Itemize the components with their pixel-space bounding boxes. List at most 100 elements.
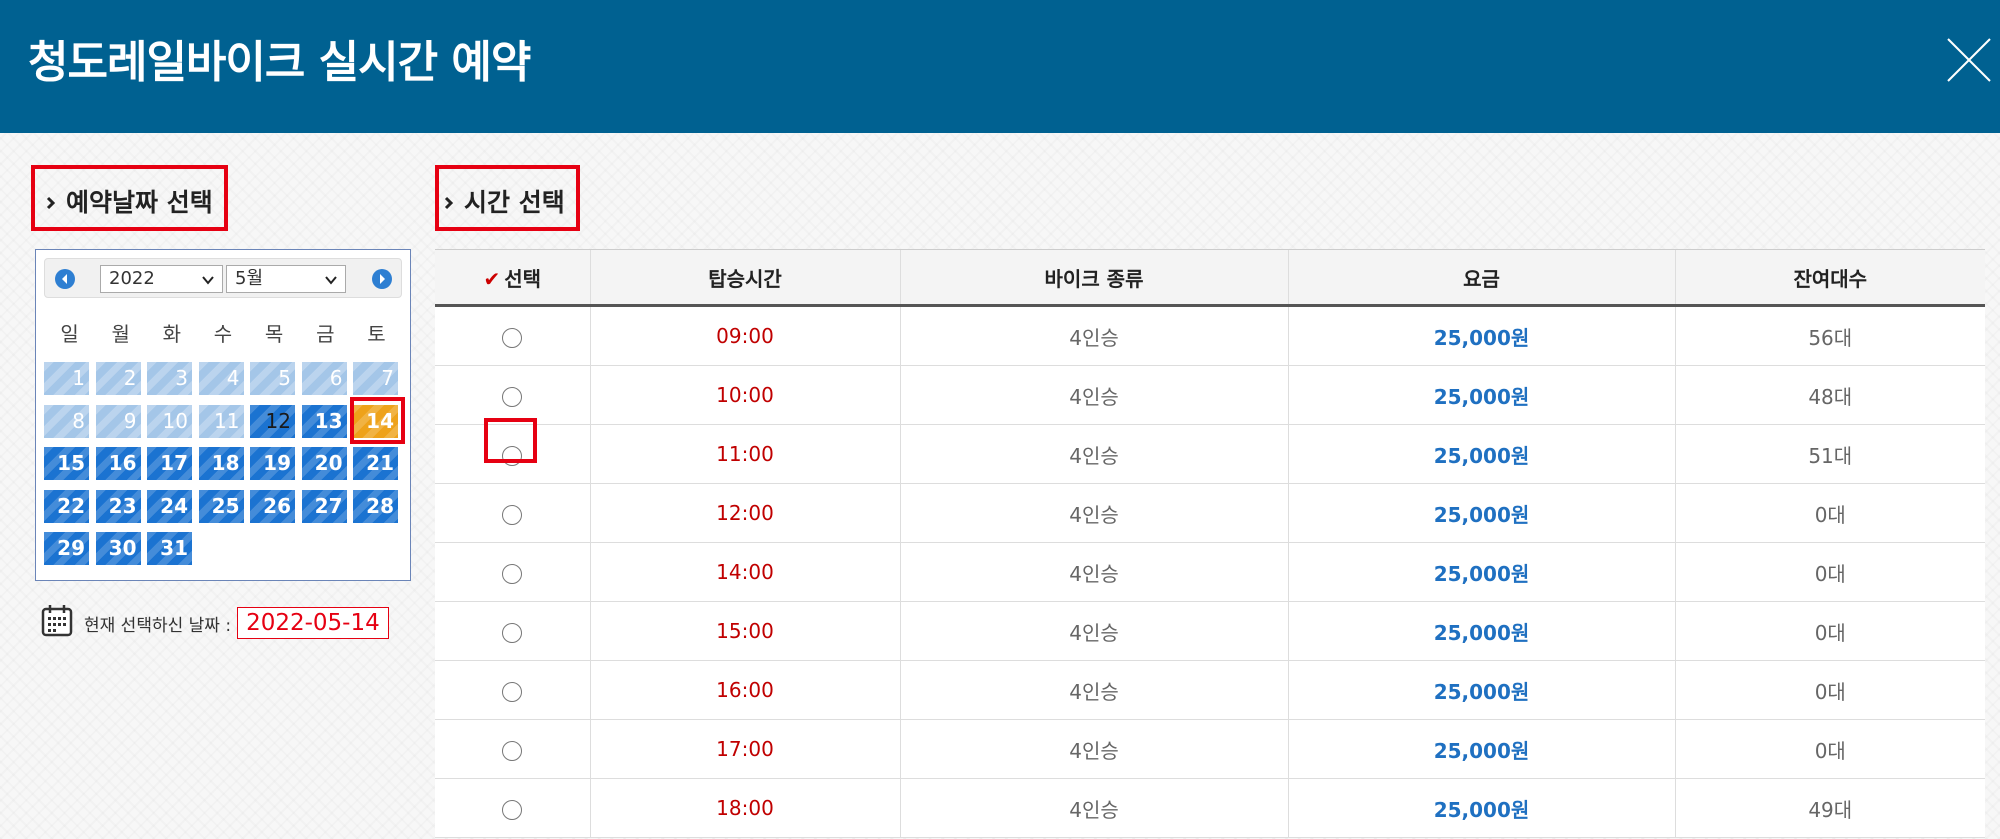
time-radio-button[interactable] (502, 622, 523, 643)
bike-kind-cell: 4인승 (899, 365, 1288, 425)
time-radio-button[interactable] (502, 740, 523, 761)
calendar-day[interactable]: 19 (250, 447, 295, 480)
calendar-day[interactable]: 13 (301, 404, 347, 438)
bike-kind-cell: 4인승 (899, 305, 1288, 366)
fee-cell: 25,000원 (1287, 365, 1675, 425)
checkmark-icon: ✔ (483, 266, 501, 291)
current-date-value: 2022-05-14 (237, 607, 389, 639)
weekday-label: 화 (162, 322, 182, 346)
close-icon[interactable] (1944, 35, 1994, 85)
table-row: 17:00 4인승 25,000원 0대 (435, 719, 1985, 779)
remaining-cell: 49대 (1674, 778, 1985, 838)
calendar-day: 9 (95, 404, 141, 438)
current-date-label: 현재 선택하신 날짜 : (84, 615, 232, 636)
select-cell (435, 305, 590, 366)
calendar-day[interactable]: 21 (353, 447, 398, 480)
time-cell: 18:00 (589, 778, 900, 838)
table-row: 18:00 4인승 25,000원 49대 (435, 778, 1985, 838)
column-header-kind: 바이크 종류 (899, 249, 1288, 307)
fee-cell: 25,000원 (1287, 483, 1675, 543)
calendar-day: 11 (198, 404, 244, 438)
remaining-cell: 0대 (1674, 660, 1985, 720)
month-select[interactable]: 5월 (226, 265, 346, 293)
table-row: 15:00 4인승 25,000원 0대 (435, 601, 1985, 661)
next-month-button[interactable] (372, 269, 392, 289)
time-cell: 16:00 (589, 660, 900, 720)
table-row: 11:00 4인승 25,000원 51대 (435, 424, 1985, 484)
time-cell: 11:00 (589, 424, 900, 484)
weekday-row: 일 월 화 수 목 금 토 (44, 318, 402, 347)
remaining-cell: 48대 (1674, 365, 1985, 425)
time-radio-button[interactable] (502, 327, 523, 348)
fee-cell: 25,000원 (1287, 601, 1675, 661)
select-cell (435, 778, 590, 838)
time-radio-button[interactable] (502, 681, 523, 702)
select-cell (435, 542, 590, 602)
fee-cell: 25,000원 (1287, 305, 1675, 366)
selected-day-highlight (350, 397, 405, 444)
time-radio-button[interactable] (502, 504, 523, 525)
year-select[interactable]: 2022 (100, 265, 223, 293)
calendar-day[interactable]: 22 (44, 489, 89, 523)
calendar-day[interactable]: 28 (353, 489, 398, 523)
remaining-cell: 0대 (1674, 719, 1985, 779)
calendar-day: 8 (44, 404, 89, 438)
select-cell (435, 365, 590, 425)
remaining-cell: 51대 (1674, 424, 1985, 484)
calendar-day[interactable]: 30 (95, 532, 141, 565)
calendar-day[interactable]: 20 (301, 447, 347, 480)
column-header-fee: 요금 (1287, 249, 1675, 307)
calendar-day[interactable]: 23 (95, 489, 141, 523)
weekday-label: 금 (316, 322, 335, 346)
bike-kind-cell: 4인승 (899, 601, 1288, 661)
weekday-label: 목 (264, 322, 284, 346)
remaining-cell: 0대 (1674, 483, 1985, 543)
calendar-day[interactable]: 26 (250, 489, 295, 523)
calendar-day: 2 (95, 362, 141, 395)
prev-month-button[interactable] (55, 269, 75, 289)
calendar-day[interactable]: 16 (95, 447, 141, 480)
bike-kind-cell: 4인승 (899, 424, 1288, 484)
calendar-day[interactable]: 24 (147, 489, 192, 523)
year-select-value: 2022 (109, 268, 155, 289)
remaining-cell: 56대 (1674, 305, 1985, 366)
time-cell: 10:00 (589, 365, 900, 425)
time-cell: 12:00 (589, 483, 900, 543)
weekday-label: 수 (213, 322, 233, 346)
column-header-select-label: 선택 (504, 266, 542, 291)
time-cell: 14:00 (589, 542, 900, 602)
bike-kind-cell: 4인승 (899, 778, 1288, 838)
chevron-down-icon (200, 270, 216, 296)
calendar-day: 4 (198, 362, 244, 395)
calendar-day: 7 (353, 362, 398, 395)
calendar-day[interactable]: 17 (147, 447, 192, 480)
calendar-day[interactable]: 15 (44, 447, 89, 480)
bike-kind-cell: 4인승 (899, 542, 1288, 602)
time-title-highlight (435, 165, 580, 231)
table-row: 09:00 4인승 25,000원 56대 (435, 305, 1985, 366)
table-row: 12:00 4인승 25,000원 0대 (435, 483, 1985, 543)
calendar-day[interactable]: 18 (198, 447, 244, 480)
remaining-cell: 0대 (1674, 601, 1985, 661)
fee-cell: 25,000원 (1287, 719, 1675, 779)
calendar-day[interactable]: 25 (198, 489, 244, 523)
calendar-day[interactable]: 29 (44, 532, 89, 565)
fee-cell: 25,000원 (1287, 778, 1675, 838)
date-title-highlight (31, 165, 228, 231)
weekday-label: 월 (111, 322, 130, 346)
table-row: 14:00 4인승 25,000원 0대 (435, 542, 1985, 602)
time-radio-button[interactable] (502, 563, 523, 584)
calendar-day[interactable]: 27 (301, 489, 347, 523)
calendar-day[interactable]: 31 (147, 532, 192, 565)
time-radio-button[interactable] (502, 386, 523, 407)
bike-kind-cell: 4인승 (899, 660, 1288, 720)
bike-kind-cell: 4인승 (899, 719, 1288, 779)
time-table: ✔ 선택 탑승시간 바이크 종류 요금 잔여대수 09:00 4인승 25,000원 5… (435, 249, 1985, 838)
bike-kind-cell: 4인승 (899, 483, 1288, 543)
calendar-day[interactable]: 12 (250, 404, 295, 438)
time-table-body: 09:00 4인승 25,000원 56대 10:00 4인승 25,000원 48대 11:0… (435, 305, 1985, 838)
calendar-day: 1 (44, 362, 89, 395)
time-cell: 09:00 (589, 305, 900, 366)
time-radio-button[interactable] (502, 799, 523, 820)
select-cell (435, 660, 590, 720)
